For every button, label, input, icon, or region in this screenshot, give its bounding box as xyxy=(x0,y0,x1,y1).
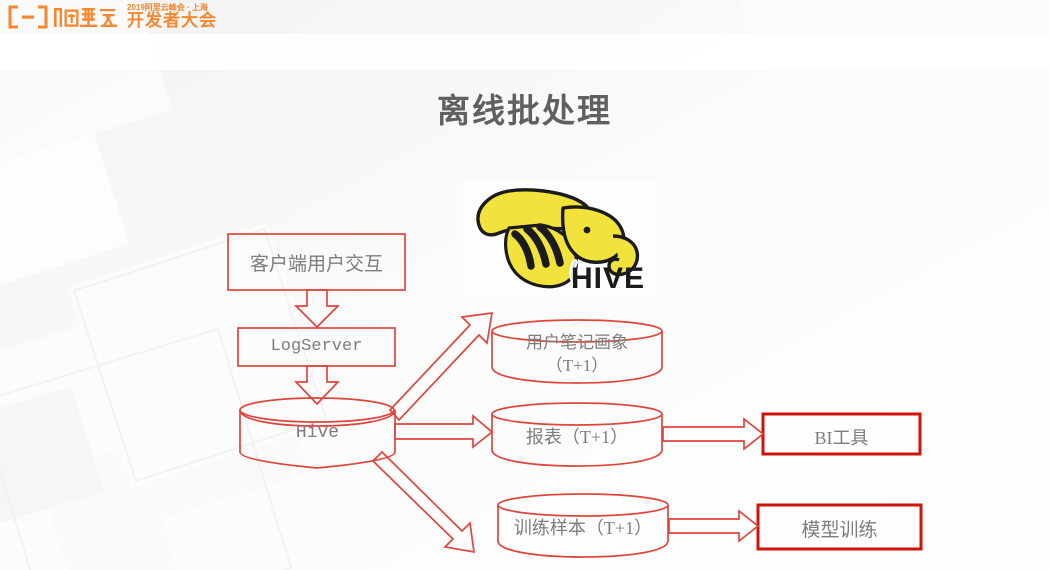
node-bitool xyxy=(761,412,922,456)
slide-canvas: 2019阿里云峰会 · 上海 开发者大会 离线批处理 HIVE 客户端用户交互 … xyxy=(0,0,1049,570)
edge-samples-modeltrain xyxy=(668,509,760,543)
edge-hive-profile xyxy=(388,312,494,422)
node-client xyxy=(227,233,406,291)
node-hive xyxy=(239,397,396,469)
edge-hive-samples xyxy=(371,450,476,554)
node-logserver xyxy=(237,327,396,367)
flow-diagram xyxy=(227,233,923,558)
edge-hive-report xyxy=(394,414,494,449)
node-report xyxy=(491,402,663,467)
node-profile xyxy=(491,319,663,384)
edge-client-logserver xyxy=(293,289,341,329)
edge-report-bitool xyxy=(662,417,765,451)
node-samples xyxy=(497,493,669,558)
node-modeltrain xyxy=(756,503,923,551)
